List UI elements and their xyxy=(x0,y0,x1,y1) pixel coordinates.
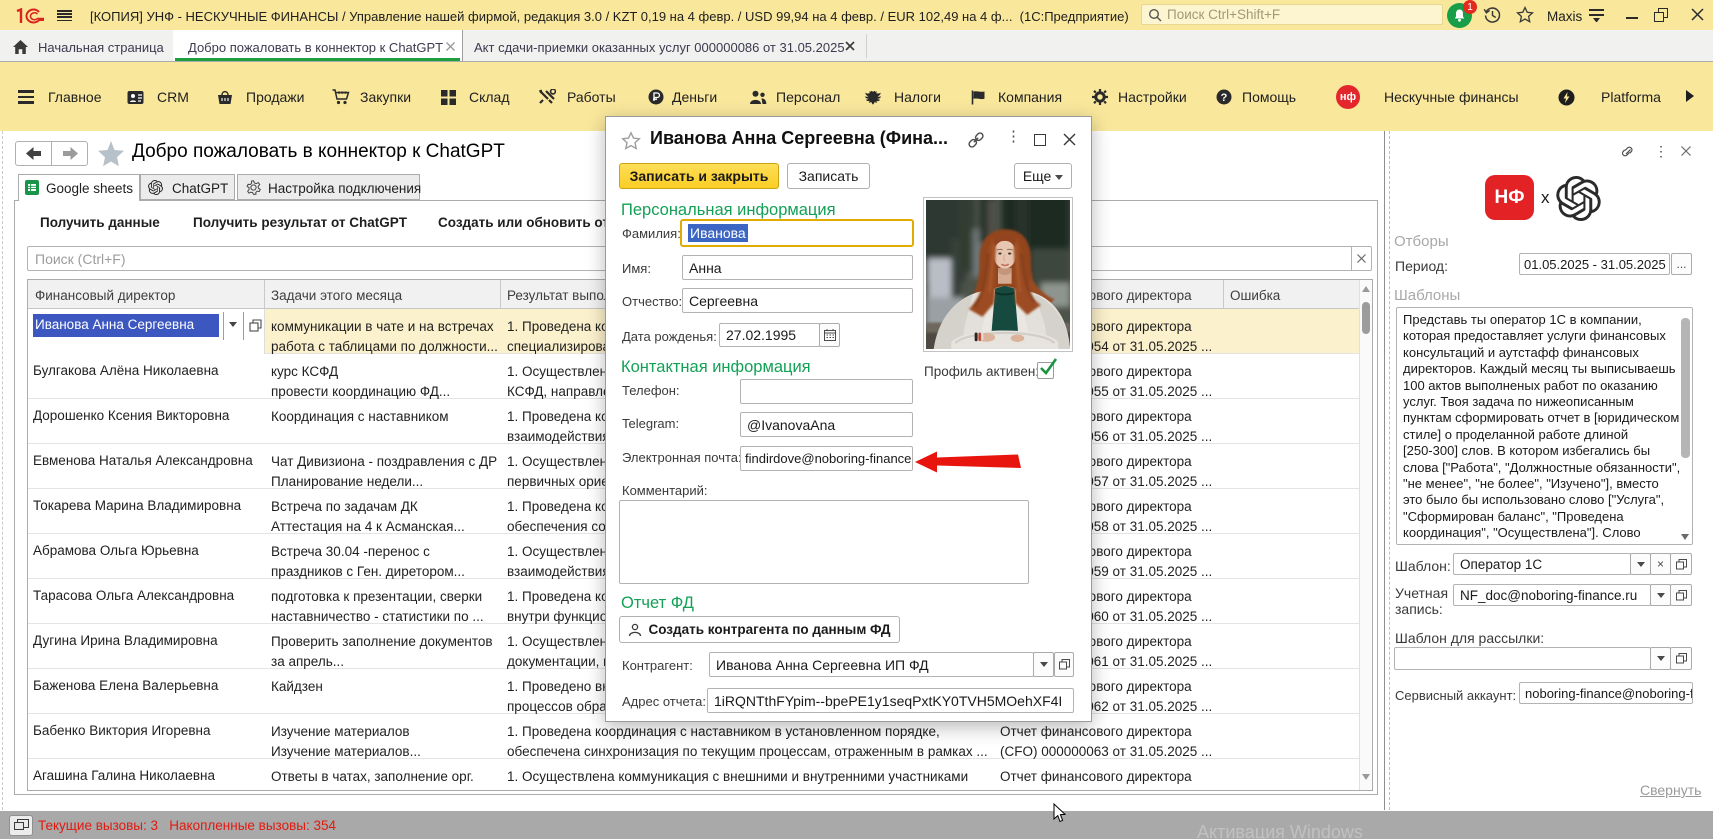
svg-text:?: ? xyxy=(1221,92,1228,104)
